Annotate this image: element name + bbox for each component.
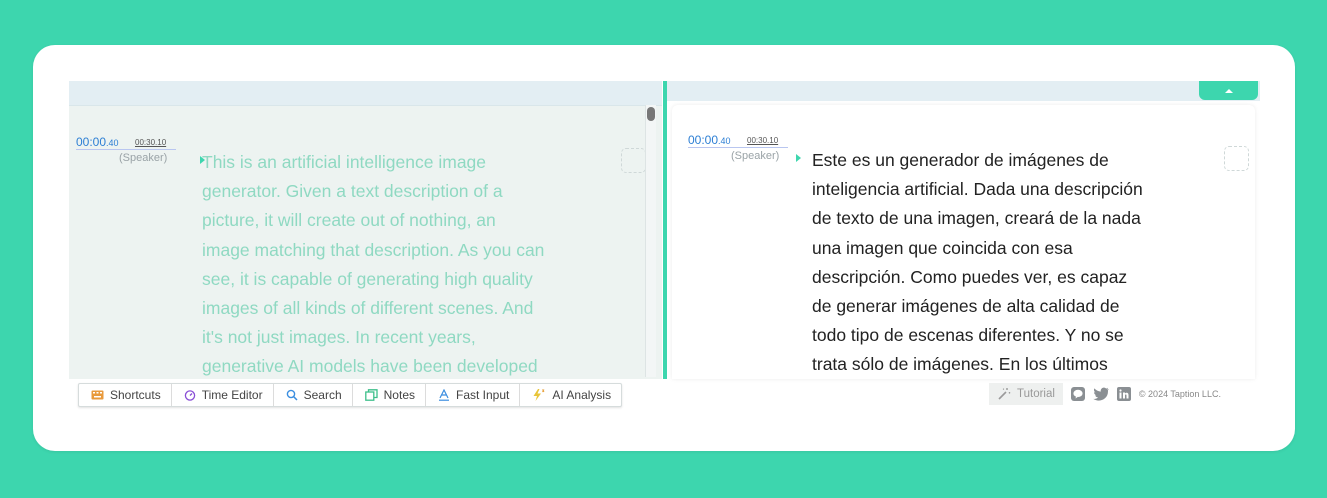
shortcuts-label: Shortcuts	[110, 388, 161, 402]
text-line: images of all kinds of different scenes.…	[202, 298, 534, 319]
text-line: it's not just images. In recent years,	[202, 327, 476, 348]
chevron-up-icon	[1224, 88, 1233, 93]
segment-end-time[interactable]: 00:30.10	[135, 138, 166, 147]
text-line: una imagen que coincida con esa	[812, 237, 1073, 258]
source-segment-text[interactable]: This is an artificial intelligence image…	[202, 148, 544, 379]
twitter-icon[interactable]	[1093, 387, 1109, 401]
translation-pane: 00:00.40 00:30.10 (Speaker) Este es un g…	[672, 105, 1255, 379]
search-button[interactable]: Search	[274, 384, 353, 406]
text-line: descripción. Como puedes ver, es capaz	[812, 266, 1128, 287]
text-line: de generar imágenes de alta calidad de	[812, 296, 1120, 317]
lightning-icon	[533, 389, 545, 401]
segment-start-time[interactable]: 00:00.40	[76, 135, 119, 149]
text-line: picture, it will create out of nothing, …	[202, 210, 496, 231]
notes-button[interactable]: Notes	[353, 384, 426, 406]
notes-label: Notes	[383, 388, 415, 402]
text-line: inteligencia artificial. Dada una descri…	[812, 179, 1143, 200]
text-line: trata sólo de imágenes. En los últimos	[812, 354, 1108, 375]
segment-end-time[interactable]: 00:30.10	[747, 136, 778, 145]
fast-input-label: Fast Input	[456, 388, 510, 402]
time-editor-button[interactable]: Time Editor	[172, 384, 274, 406]
fast-input-button[interactable]: Fast Input	[426, 384, 521, 406]
tutorial-button[interactable]: Tutorial	[989, 383, 1063, 405]
text-line: generator. Given a text description of a	[202, 181, 503, 202]
source-scrollbar-thumb[interactable]	[647, 107, 655, 121]
text-line: image matching that description. As you …	[202, 239, 545, 260]
tutorial-label: Tutorial	[1017, 388, 1055, 400]
editor-card: 00:00.40 00:30.10 (Speaker) This is an a…	[33, 45, 1295, 451]
search-icon	[286, 389, 298, 401]
shortcuts-button[interactable]: Shortcuts	[79, 384, 172, 406]
speaker-label[interactable]: (Speaker)	[119, 152, 167, 164]
speaker-label[interactable]: (Speaker)	[731, 150, 779, 162]
text-line: generative AI models have been developed	[202, 356, 538, 377]
line-chat-icon[interactable]	[1070, 387, 1085, 401]
ai-analysis-label: AI Analysis	[552, 388, 612, 402]
notes-icon	[364, 389, 378, 401]
copyright-text: © 2024 Taption LLC.	[1138, 389, 1221, 399]
magic-wand-icon	[998, 388, 1011, 400]
ai-analysis-button[interactable]: AI Analysis	[520, 384, 621, 406]
source-scrollbar[interactable]	[645, 105, 656, 377]
footer-links: Tutorial © 2024 Taption LLC.	[989, 383, 1255, 405]
translation-pane-header	[667, 81, 1260, 101]
time-underline	[76, 149, 176, 150]
time-editor-label: Time Editor	[201, 388, 263, 402]
text-line: see, it is capable of generating high qu…	[202, 268, 533, 289]
time-underline	[688, 147, 788, 148]
segment-select-checkbox[interactable]	[1224, 146, 1249, 171]
pane-divider[interactable]	[663, 81, 667, 379]
editor-toolbar: Shortcuts Time Editor Search Notes Fast …	[78, 383, 623, 407]
source-pane-header	[69, 81, 662, 106]
text-line: de texto de una imagen, creará de la nad…	[812, 208, 1141, 229]
source-transcript-pane: 00:00.40 00:30.10 (Speaker) This is an a…	[69, 81, 662, 379]
collapse-button[interactable]	[1199, 81, 1258, 100]
segment-start-time[interactable]: 00:00.40	[688, 133, 731, 147]
search-label: Search	[303, 388, 342, 402]
timer-icon	[184, 390, 195, 401]
text-line: Este es un generador de imágenes de	[812, 150, 1109, 170]
translation-segment-text[interactable]: Este es un generador de imágenes de inte…	[812, 146, 1143, 379]
text-format-icon	[439, 389, 449, 401]
linkedin-icon[interactable]	[1116, 387, 1131, 401]
text-line: This is an artificial intelligence image	[202, 152, 487, 172]
keyboard-icon	[91, 390, 104, 400]
text-line: todo tipo de escenas diferentes. Y no se	[812, 325, 1124, 346]
segment-arrow-icon	[796, 154, 801, 162]
segment-select-checkbox[interactable]	[621, 148, 646, 173]
